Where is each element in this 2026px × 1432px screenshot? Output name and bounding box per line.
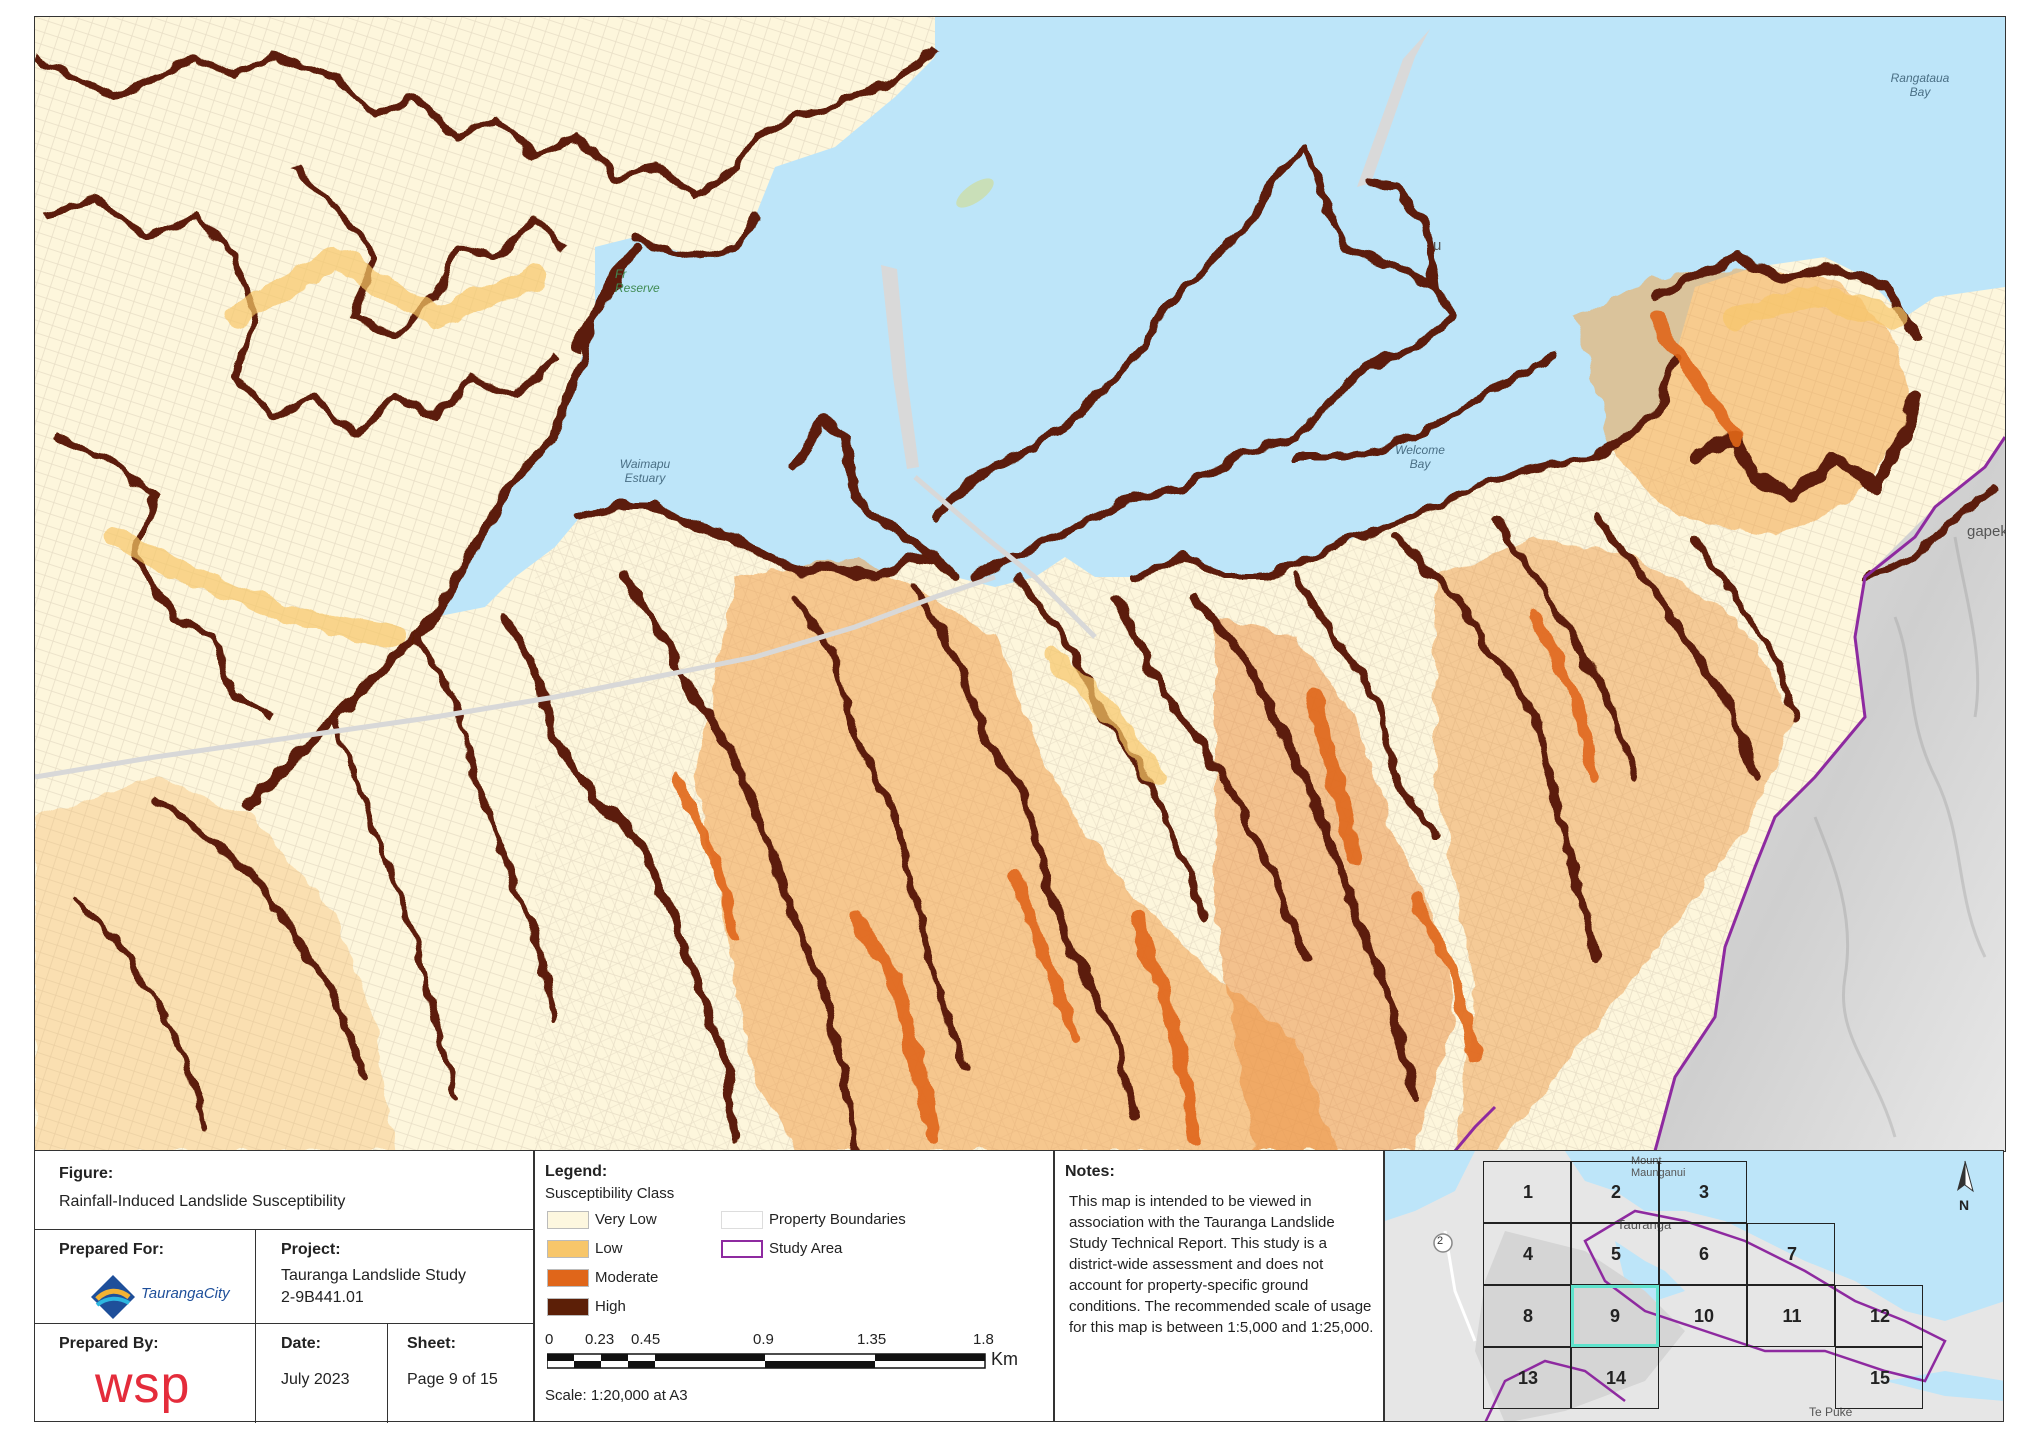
- date-label: Date:: [281, 1335, 322, 1352]
- legend-swatch-property-boundaries: [721, 1211, 763, 1229]
- legend-swatch-study-area: [721, 1240, 763, 1258]
- legend-label-moderate: Moderate: [595, 1269, 659, 1286]
- index-sheet-8[interactable]: 8: [1483, 1285, 1571, 1347]
- tauranga-city-logo: TaurangaCity: [83, 1267, 243, 1327]
- north-label: N: [1959, 1197, 1970, 1213]
- susceptibility-map-canvas: [35, 17, 2005, 1151]
- index-sheet-1[interactable]: 1: [1483, 1161, 1571, 1223]
- label-welcome-bay: Welcome Bay: [1395, 443, 1445, 471]
- legend-label-high: High: [595, 1298, 626, 1315]
- label-matapihi: u: [1433, 237, 1442, 254]
- index-sheet-11[interactable]: 11: [1747, 1285, 1835, 1347]
- index-sheet-10[interactable]: 10: [1659, 1285, 1747, 1347]
- legend-label-property-boundaries: Property Boundaries: [769, 1211, 906, 1228]
- label-papeke: gapek: [1967, 523, 2006, 540]
- label-rangataua-bay: Rangataua Bay: [1890, 71, 1950, 99]
- scale-tick-2: 0.45: [631, 1331, 661, 1348]
- notes-text: This map is intended to be viewed in ass…: [1069, 1193, 1374, 1336]
- scale-tick-1: 0.23: [585, 1331, 615, 1348]
- index-sheet-13[interactable]: 13: [1483, 1347, 1571, 1409]
- wsp-logo: wsp: [95, 1356, 191, 1414]
- legend-swatch-low: [547, 1240, 589, 1258]
- index-sheet-7[interactable]: 7: [1747, 1223, 1835, 1285]
- legend-label-low: Low: [595, 1240, 623, 1257]
- notes-label: Notes:: [1065, 1163, 1115, 1180]
- index-map[interactable]: 2 Mount Maunganui Tauranga Te Puke N 1 2…: [1384, 1150, 2004, 1422]
- title-block: Figure: Rainfall-Induced Landslide Susce…: [34, 1150, 535, 1423]
- index-sheet-12[interactable]: 12: [1835, 1285, 1923, 1347]
- map-sheet: Rangataua Bay Waimapu Estuary Welcome Ba…: [0, 0, 2026, 1432]
- legend-swatch-moderate: [547, 1269, 589, 1287]
- legend-swatch-high: [547, 1298, 589, 1316]
- main-map[interactable]: Rangataua Bay Waimapu Estuary Welcome Ba…: [34, 16, 2006, 1152]
- index-sheet-2[interactable]: 2: [1571, 1161, 1659, 1223]
- index-sheet-14[interactable]: 14: [1571, 1347, 1659, 1409]
- scale-unit: Km: [991, 1349, 1018, 1369]
- index-sheet-6[interactable]: 6: [1659, 1223, 1747, 1285]
- legend-subtitle: Susceptibility Class: [545, 1185, 675, 1202]
- index-sheet-5[interactable]: 5: [1571, 1223, 1659, 1285]
- legend-title: Legend:: [545, 1163, 608, 1180]
- label-waimapu-estuary: Waimapu Estuary: [619, 457, 671, 485]
- project-name: Tauranga Landslide Study: [281, 1267, 467, 1284]
- legend-label-study-area: Study Area: [769, 1240, 843, 1257]
- notes-panel: Notes: This map is intended to be viewed…: [1054, 1150, 1384, 1422]
- index-road-label: 2: [1437, 1235, 1444, 1247]
- project-label: Project:: [281, 1241, 341, 1258]
- figure-title: Rainfall-Induced Landslide Susceptibilit…: [59, 1193, 346, 1210]
- tauranga-logo-text: TaurangaCity: [141, 1285, 230, 1302]
- scale-tick-0: 0: [545, 1331, 554, 1348]
- sheet-label: Sheet:: [407, 1335, 456, 1352]
- scale-tick-5: 1.8: [973, 1331, 994, 1348]
- scale-bar: [547, 1353, 986, 1369]
- index-sheet-3[interactable]: 3: [1659, 1161, 1747, 1223]
- scale-text: Scale: 1:20,000 at A3: [545, 1387, 688, 1404]
- legend-panel: Legend: Susceptibility Class Very Low Lo…: [534, 1150, 1054, 1422]
- date-value: July 2023: [281, 1371, 350, 1388]
- scale-tick-4: 1.35: [857, 1331, 887, 1348]
- prepared-for-label: Prepared For:: [59, 1241, 164, 1258]
- prepared-by-label: Prepared By:: [59, 1335, 159, 1352]
- sheet-value: Page 9 of 15: [407, 1371, 498, 1388]
- figure-label: Figure:: [59, 1165, 114, 1182]
- index-sheet-15[interactable]: 15: [1835, 1347, 1923, 1409]
- index-sheet-4[interactable]: 4: [1483, 1223, 1571, 1285]
- legend-swatch-very-low: [547, 1211, 589, 1229]
- label-fraser-reserve: Fr Reserve: [615, 267, 660, 295]
- legend-label-very-low: Very Low: [595, 1211, 657, 1228]
- index-sheet-9-selected[interactable]: 9: [1571, 1285, 1659, 1347]
- project-number: 2-9B441.01: [281, 1289, 364, 1306]
- scale-tick-3: 0.9: [753, 1331, 774, 1348]
